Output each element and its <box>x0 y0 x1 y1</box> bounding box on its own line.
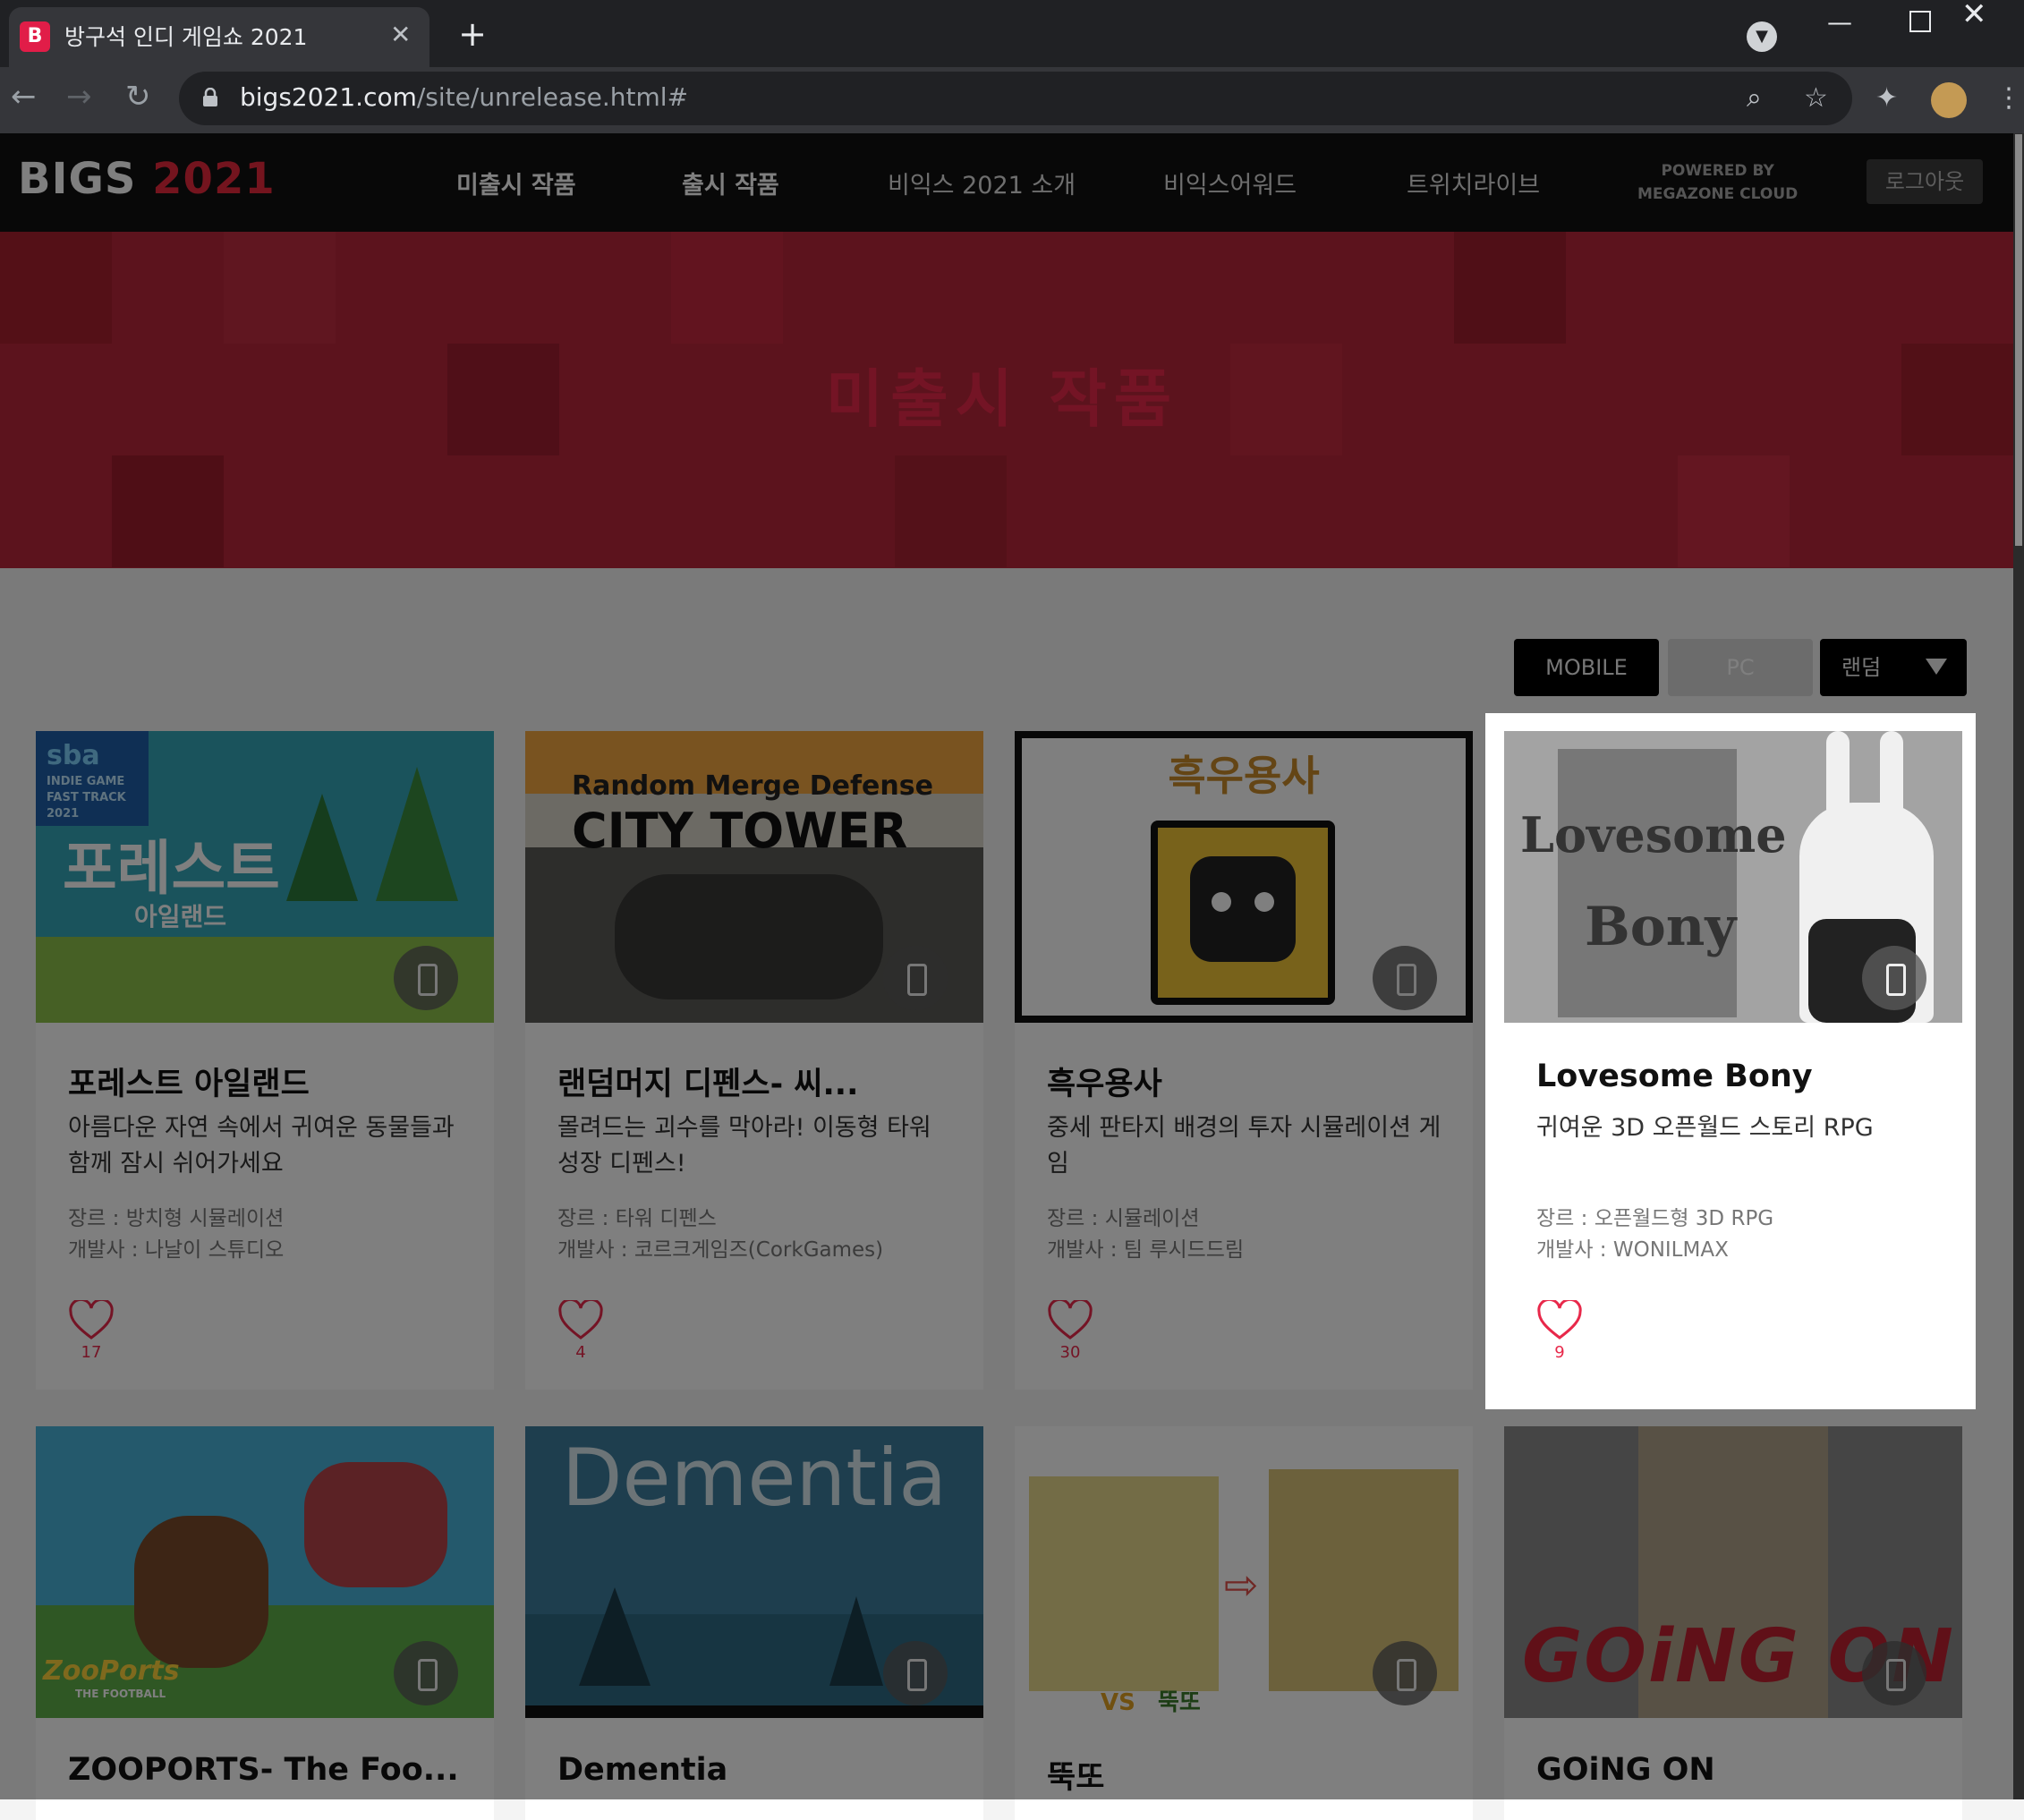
game-title: 흑우용사 <box>1047 1067 1162 1102</box>
game-card[interactable]: sba INDIE GAME FAST TRACK 2021 포레스트 아일랜드… <box>36 731 494 1390</box>
mobile-platform-icon <box>1862 946 1926 1010</box>
like-count: 9 <box>1554 1343 1565 1362</box>
logout-button[interactable]: 로그아웃 <box>1867 159 1983 204</box>
nav-released[interactable]: 출시 작품 <box>682 166 779 200</box>
heart-icon[interactable] <box>557 1300 604 1341</box>
extensions-icon[interactable]: ✦ <box>1875 82 1898 114</box>
game-thumbnail: ⇨ VS 뚝또 <box>1015 1426 1473 1718</box>
game-card[interactable]: ⇨ VS 뚝또 뚝또 <box>1015 1426 1473 1820</box>
heart-icon[interactable] <box>68 1300 115 1341</box>
nav-about[interactable]: 비익스 2021 소개 <box>888 166 1076 200</box>
tab-close-icon[interactable]: ✕ <box>390 20 411 49</box>
game-meta: 장르 : 방치형 시뮬레이션 개발사 : 나날이 스튜디오 <box>68 1207 285 1262</box>
nav-award[interactable]: 비익스어워드 <box>1163 166 1297 200</box>
game-thumbnail: GOiNG ON <box>1504 1426 1962 1718</box>
back-icon[interactable]: ← <box>11 79 37 115</box>
lock-icon <box>203 88 217 106</box>
game-thumbnail: sba INDIE GAME FAST TRACK 2021 포레스트 아일랜드 <box>36 731 494 1023</box>
minimize-icon[interactable]: — <box>1827 7 1852 37</box>
game-thumbnail: 흑우용사 <box>1015 731 1473 1023</box>
heart-icon[interactable] <box>1047 1300 1093 1341</box>
game-card[interactable]: ZooPorts THE FOOTBALL ZOOPORTS- The Foo.… <box>36 1426 494 1820</box>
tab-title: 방구석 인디 게임쇼 2021 <box>64 24 308 50</box>
reload-icon[interactable]: ↻ <box>125 79 151 115</box>
game-title: 랜덤머지 디펜스- 씨... <box>557 1067 859 1102</box>
nav-twitch-live[interactable]: 트위치라이브 <box>1407 166 1540 200</box>
url-text[interactable]: bigs2021.com/site/unrelease.html# <box>240 82 688 112</box>
maximize-icon[interactable] <box>1909 11 1931 32</box>
like-count: 30 <box>1059 1343 1081 1362</box>
game-card[interactable]: 흑우용사 흑우용사 중세 판타지 배경의 투자 시뮬레이션 게임 장르 : 시뮬… <box>1015 731 1473 1390</box>
game-meta: 장르 : 타워 디펜스 개발사 : 코르크게임즈(CorkGames) <box>557 1207 884 1262</box>
game-title: 포레스트 아일랜드 <box>68 1067 310 1102</box>
game-title: 뚝또 <box>1047 1760 1105 1796</box>
bookmark-star-icon[interactable]: ☆ <box>1804 82 1828 114</box>
game-card-highlighted[interactable]: Lovesome Bony Lovesome Bony 귀여운 3D 오픈월드 … <box>1504 731 1962 1390</box>
zoom-icon[interactable]: ⌕ <box>1747 82 1762 114</box>
game-thumbnail: Lovesome Bony <box>1504 731 1962 1023</box>
game-thumbnail: ZooPorts THE FOOTBALL <box>36 1426 494 1718</box>
mobile-platform-icon <box>394 946 458 1010</box>
game-description: 귀여운 3D 오픈월드 스토리 RPG <box>1536 1114 1874 1142</box>
scrollbar-thumb[interactable] <box>2015 134 2022 546</box>
mobile-platform-icon <box>883 1641 948 1705</box>
game-description: 중세 판타지 배경의 투자 시뮬레이션 게임 <box>1047 1114 1441 1178</box>
game-thumbnail: Dementia <box>525 1426 983 1718</box>
mobile-platform-icon <box>883 946 948 1010</box>
profile-avatar[interactable] <box>1931 82 1967 118</box>
like-count: 17 <box>81 1343 102 1362</box>
mobile-platform-icon <box>1373 946 1437 1010</box>
mobile-platform-icon <box>1862 1641 1926 1705</box>
mobile-platform-icon <box>1373 1641 1437 1705</box>
sort-select[interactable]: 랜덤 <box>1820 639 1967 696</box>
filter-mobile-button[interactable]: MOBILE <box>1514 639 1659 696</box>
game-title: ZOOPORTS- The Foo... <box>68 1752 459 1788</box>
nav-unreleased[interactable]: 미출시 작품 <box>456 166 576 200</box>
window-close-icon[interactable]: ✕ <box>1961 0 1987 32</box>
forward-icon[interactable]: → <box>66 79 92 115</box>
site-favicon: B <box>20 21 50 52</box>
game-title: GOiNG ON <box>1536 1752 1715 1788</box>
game-thumbnail: Random Merge Defense CITY TOWER <box>525 731 983 1023</box>
game-meta: 장르 : 오픈월드형 3D RPG 개발사 : WONILMAX <box>1536 1207 1774 1262</box>
game-meta: 장르 : 시뮬레이션 개발사 : 팀 루시드드림 <box>1047 1207 1245 1262</box>
mobile-platform-icon <box>394 1641 458 1705</box>
game-card[interactable]: Dementia Dementia <box>525 1426 983 1820</box>
like-count: 4 <box>575 1343 586 1362</box>
game-description: 몰려드는 괴수를 막아라! 이동형 타워 성장 디펜스! <box>557 1114 931 1178</box>
game-card[interactable]: Random Merge Defense CITY TOWER 랜덤머지 디펜스… <box>525 731 983 1390</box>
powered-by-logo: POWERED BY MEGAZONE CLOUD <box>1637 162 1799 203</box>
game-card[interactable]: GOiNG ON GOiNG ON <box>1504 1426 1962 1820</box>
chevron-down-icon <box>1926 659 1947 675</box>
site-logo[interactable]: BIGS 2021 <box>18 154 276 204</box>
game-description: 아름다운 자연 속에서 귀여운 동물들과 함께 잠시 쉬어가세요 <box>68 1114 455 1178</box>
browser-menu-icon[interactable]: ⋮ <box>1995 82 2022 114</box>
page-title: 미출시 작품 <box>825 362 1179 436</box>
game-title: Dementia <box>557 1752 728 1788</box>
new-tab-icon[interactable]: + <box>453 16 492 55</box>
filter-pc-button[interactable]: PC <box>1668 639 1813 696</box>
heart-icon[interactable] <box>1536 1300 1583 1341</box>
game-title: Lovesome Bony <box>1536 1059 1813 1094</box>
tab-search-icon[interactable]: ▼ <box>1747 21 1777 52</box>
